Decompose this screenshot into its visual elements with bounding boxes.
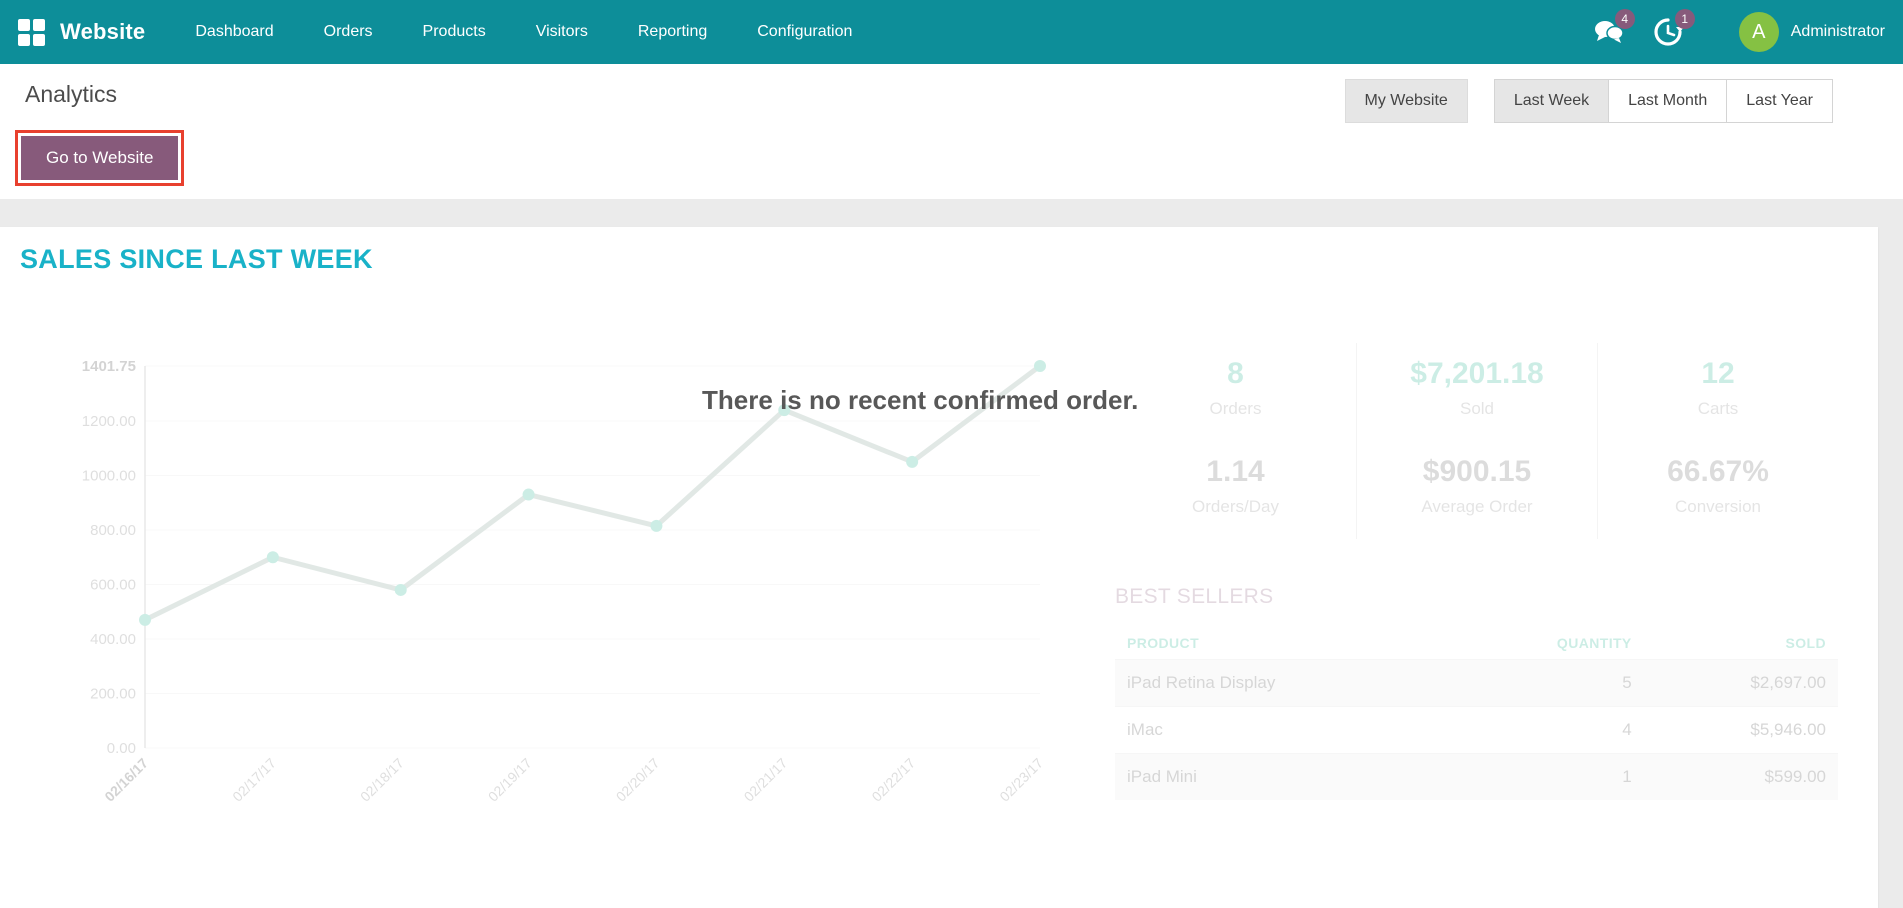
stat-orders-day: 1.14 Orders/Day <box>1115 441 1356 539</box>
column-header-quantity: QUANTITY <box>1556 635 1632 651</box>
svg-text:02/18/17: 02/18/17 <box>357 755 407 805</box>
cell-quantity: 4 <box>1451 706 1644 754</box>
svg-text:200.00: 200.00 <box>90 685 136 702</box>
faded-dashboard: 0.00 200.00 400.00 600.00 800.00 1000.00 1200.… <box>20 275 1878 853</box>
svg-text:02/21/17: 02/21/17 <box>741 755 791 805</box>
svg-text:02/19/17: 02/19/17 <box>485 755 535 805</box>
table-row: iMac 4 $5,946.00 <box>1115 706 1838 754</box>
annotation-highlight: Go to Website <box>15 130 185 186</box>
messages-button[interactable]: 4 <box>1593 9 1635 47</box>
stat-conversion: 66.67% Conversion <box>1597 441 1838 539</box>
cell-quantity: 5 <box>1451 659 1644 707</box>
svg-text:600.00: 600.00 <box>90 576 136 593</box>
range-button-last-month[interactable]: Last Month <box>1608 79 1727 123</box>
website-switcher-button[interactable]: My Website <box>1344 79 1468 123</box>
stat-value: 12 <box>1701 357 1735 390</box>
menu-item-orders[interactable]: Orders <box>322 2 375 62</box>
cell-product: iPad Retina Display <box>1115 659 1452 707</box>
main-menu: Dashboard Orders Products Visitors Reporting… <box>193 2 854 62</box>
table-row: iPad Mini 1 $599.00 <box>1115 753 1838 800</box>
best-sellers-section: BEST SELLERS PRODUCT QUANTITY SOLD iPad Re… <box>1115 585 1838 800</box>
user-menu[interactable]: A Administrator <box>1738 12 1885 52</box>
cell-sold: $5,946.00 <box>1643 706 1838 754</box>
activities-badge: 1 <box>1674 9 1695 29</box>
stat-average-order: $900.15 Average Order <box>1356 441 1597 539</box>
svg-text:0.00: 0.00 <box>107 740 136 757</box>
stat-label: Average Order <box>1421 497 1533 516</box>
stat-value: 66.67% <box>1667 455 1769 488</box>
column-header-sold: SOLD <box>1785 635 1826 651</box>
svg-text:02/23/17: 02/23/17 <box>996 755 1046 805</box>
svg-text:1200.00: 1200.00 <box>82 413 136 430</box>
range-button-last-week[interactable]: Last Week <box>1493 79 1609 123</box>
table-row: iPad Retina Display 5 $2,697.00 <box>1115 659 1838 707</box>
stat-sold: $7,201.18 Sold <box>1356 343 1597 441</box>
stat-label: Carts <box>1697 399 1739 418</box>
menu-item-dashboard[interactable]: Dashboard <box>193 2 275 62</box>
stat-value: 8 <box>1227 357 1244 390</box>
navbar-right: 4 1 A Administrator <box>1593 9 1885 52</box>
activities-button[interactable]: 1 <box>1653 9 1695 47</box>
date-range-group: Last Week Last Month Last Year <box>1493 79 1833 123</box>
svg-text:1000.00: 1000.00 <box>82 467 136 484</box>
stat-value: $7,201.18 <box>1410 357 1544 390</box>
stat-value: $900.15 <box>1422 455 1532 488</box>
cell-product: iMac <box>1115 706 1452 754</box>
cell-product: iPad Mini <box>1115 753 1452 800</box>
dashboard-right-column: 8 Orders $7,201.18 Sold 12 Carts 1.14 Orders/Da… <box>1070 275 1878 853</box>
top-navbar: Website Dashboard Orders Products Visitors R… <box>0 0 1903 64</box>
stat-label: Orders/Day <box>1192 497 1279 516</box>
menu-item-reporting[interactable]: Reporting <box>636 2 709 62</box>
svg-text:02/16/17: 02/16/17 <box>101 755 151 805</box>
sales-line-chart: 0.00 200.00 400.00 600.00 800.00 1000.00 1200.… <box>82 358 1047 805</box>
cell-quantity: 1 <box>1451 753 1644 800</box>
kpi-stats-grid: 8 Orders $7,201.18 Sold 12 Carts 1.14 Orders/Da… <box>1115 343 1838 539</box>
avatar: A <box>1738 12 1779 52</box>
stat-orders: 8 Orders <box>1115 343 1356 441</box>
apps-grid-icon[interactable] <box>18 19 45 46</box>
menu-item-products[interactable]: Products <box>421 2 488 62</box>
content-background: SALES SINCE LAST WEEK There is no recent… <box>0 199 1903 908</box>
svg-text:1401.75: 1401.75 <box>82 358 136 375</box>
app-brand[interactable]: Website <box>60 19 145 45</box>
control-panel-right: My Website Last Week Last Month Last Year <box>1344 79 1833 123</box>
svg-text:800.00: 800.00 <box>90 522 136 539</box>
cell-sold: $2,697.00 <box>1643 659 1838 707</box>
range-button-last-year[interactable]: Last Year <box>1726 79 1833 123</box>
dashboard-sheet: SALES SINCE LAST WEEK There is no recent… <box>0 227 1878 908</box>
column-header-product: PRODUCT <box>1127 635 1200 651</box>
stat-carts: 12 Carts <box>1597 343 1838 441</box>
stat-label: Orders <box>1209 399 1262 418</box>
menu-item-visitors[interactable]: Visitors <box>534 2 590 62</box>
control-panel: Analytics Go to Website My Website Last … <box>0 64 1903 199</box>
svg-text:02/22/17: 02/22/17 <box>868 755 918 805</box>
cell-sold: $599.00 <box>1643 753 1838 800</box>
stat-label: Conversion <box>1675 497 1761 516</box>
messages-badge: 4 <box>1614 9 1635 29</box>
best-sellers-table: PRODUCT QUANTITY SOLD iPad Retina Display 5… <box>1115 627 1838 800</box>
svg-text:400.00: 400.00 <box>90 631 136 648</box>
empty-orders-message: There is no recent confirmed order. <box>702 385 1139 415</box>
stat-value: 1.14 <box>1206 455 1265 488</box>
menu-item-configuration[interactable]: Configuration <box>755 2 854 62</box>
best-sellers-title: BEST SELLERS <box>1115 585 1274 608</box>
go-to-website-button[interactable]: Go to Website <box>21 136 179 180</box>
svg-text:02/17/17: 02/17/17 <box>229 755 279 805</box>
user-name: Administrator <box>1790 23 1885 40</box>
stat-label: Sold <box>1459 399 1495 418</box>
svg-text:02/20/17: 02/20/17 <box>613 755 663 805</box>
sales-chart-container: 0.00 200.00 400.00 600.00 800.00 1000.00 1200.… <box>20 275 1070 853</box>
section-title: SALES SINCE LAST WEEK <box>20 244 373 274</box>
